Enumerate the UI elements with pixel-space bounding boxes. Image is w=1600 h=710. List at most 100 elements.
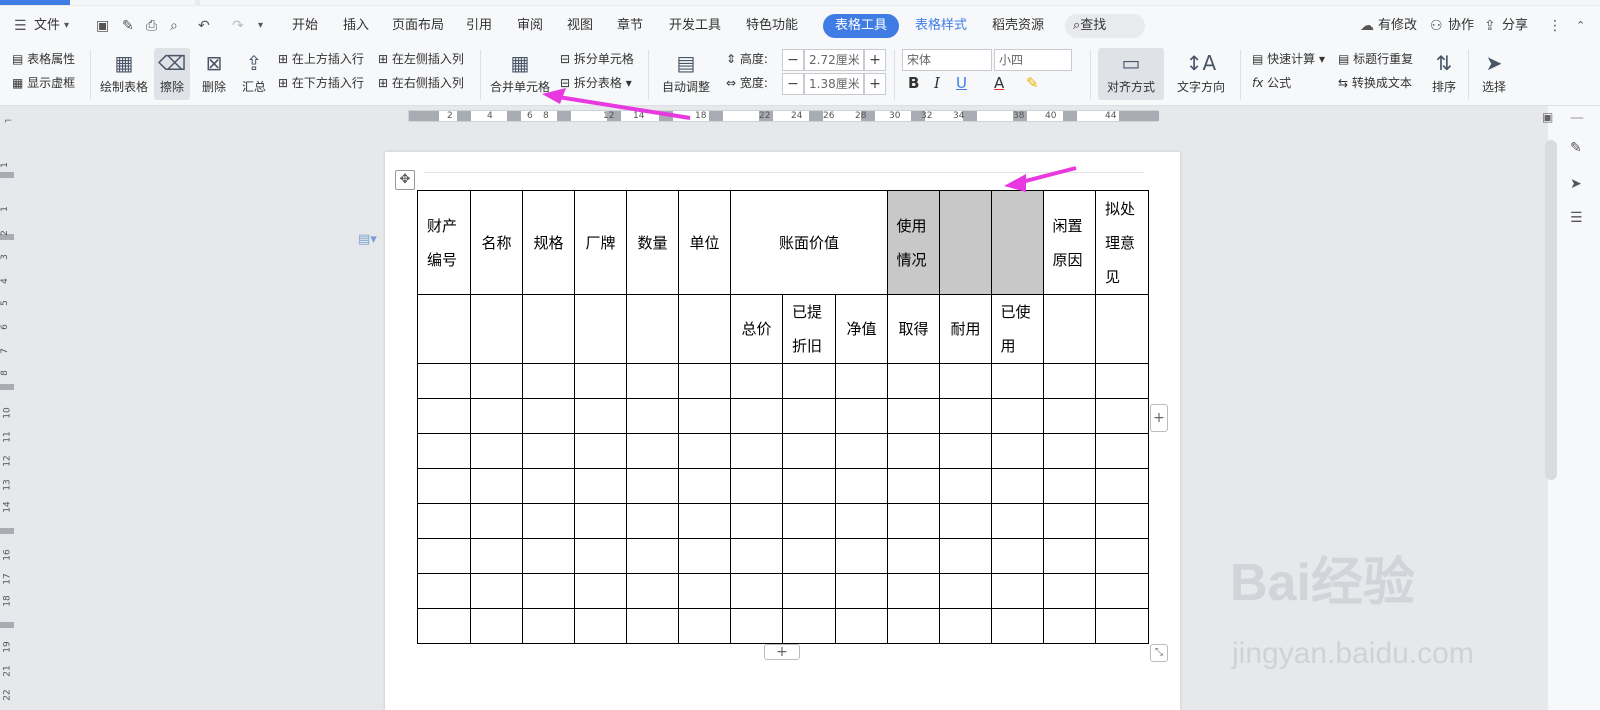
- table-cell[interactable]: [782, 433, 836, 469]
- cell-book-value[interactable]: 账面价值: [730, 190, 888, 295]
- formula-button[interactable]: fx 公式: [1252, 75, 1291, 91]
- font-name-select[interactable]: 宋体: [902, 49, 992, 71]
- table-cell[interactable]: [939, 433, 992, 469]
- table-cell[interactable]: [730, 538, 783, 574]
- table-cell[interactable]: [1043, 538, 1096, 574]
- table-cell[interactable]: [626, 538, 679, 574]
- table-cell[interactable]: [835, 468, 888, 504]
- table-cell[interactable]: [730, 433, 783, 469]
- to-text-button[interactable]: ⇆ 转换成文本: [1338, 75, 1412, 91]
- table-cell[interactable]: [1043, 573, 1096, 609]
- insert-below-button[interactable]: ⊞ 在下方插入行: [278, 75, 364, 91]
- table-cell[interactable]: [939, 608, 992, 644]
- search-box[interactable]: ⌕查找: [1065, 14, 1145, 38]
- document-icon[interactable]: ▤▾: [358, 232, 377, 247]
- draw-table-button[interactable]: ▦ 绘制表格: [98, 48, 150, 100]
- tab-table-tools[interactable]: 表格工具: [823, 14, 900, 38]
- table-cell[interactable]: [835, 398, 888, 434]
- font-size-select[interactable]: 小四: [994, 49, 1072, 71]
- cell-usage-selected[interactable]: [991, 190, 1044, 295]
- table-cell[interactable]: [835, 608, 888, 644]
- cell-net[interactable]: 净值: [835, 294, 888, 364]
- table-cell[interactable]: [522, 608, 575, 644]
- cell-usage-selected[interactable]: [939, 190, 992, 295]
- table-cell[interactable]: [678, 433, 731, 469]
- table-cell[interactable]: [887, 468, 940, 504]
- table-cell[interactable]: [991, 538, 1044, 574]
- tab-7[interactable]: 开发工具: [669, 16, 721, 36]
- add-column-button[interactable]: +: [1150, 404, 1168, 432]
- table-cell[interactable]: [574, 398, 627, 434]
- table-cell[interactable]: [678, 608, 731, 644]
- table-cell[interactable]: [887, 573, 940, 609]
- width-increase-button[interactable]: +: [864, 73, 886, 95]
- table-cell[interactable]: [1043, 468, 1096, 504]
- table-cell[interactable]: [939, 573, 992, 609]
- table-cell[interactable]: [522, 468, 575, 504]
- table-cell[interactable]: [782, 398, 836, 434]
- table-cell[interactable]: [522, 503, 575, 539]
- tab-8[interactable]: 特色功能: [746, 16, 798, 36]
- table-cell[interactable]: [1095, 573, 1149, 609]
- tab-4[interactable]: 审阅: [517, 16, 543, 36]
- underline-button[interactable]: U: [956, 75, 967, 91]
- format-painter-icon[interactable]: ✎: [122, 16, 134, 36]
- sidebar-toggle-icon[interactable]: ▣: [1542, 110, 1553, 124]
- horizontal-ruler[interactable]: 2 4 6 8 12 14 18 22 24 26 28 30 32 34 38…: [408, 110, 1159, 122]
- cell-asset-no[interactable]: 财产编号: [417, 190, 471, 295]
- table-cell[interactable]: [1095, 433, 1149, 469]
- table-cell[interactable]: [417, 573, 471, 609]
- cell-usage[interactable]: 使用情况: [887, 190, 940, 295]
- table-cell[interactable]: [678, 468, 731, 504]
- table-cell[interactable]: [470, 294, 523, 364]
- table-cell[interactable]: [835, 538, 888, 574]
- table-cell[interactable]: [1095, 608, 1149, 644]
- summary-button[interactable]: ⇪ 汇总: [236, 48, 272, 100]
- table-cell[interactable]: [1043, 294, 1096, 364]
- table-cell[interactable]: [887, 608, 940, 644]
- table-cell[interactable]: [678, 294, 731, 364]
- cell-durable[interactable]: 耐用: [939, 294, 992, 364]
- collab-button[interactable]: 协作: [1448, 16, 1474, 36]
- table-cell[interactable]: [1095, 468, 1149, 504]
- asset-table[interactable]: 财产编号 名称 规格 厂牌 数量 单位 账面价值 使用情况 闲置原因 拟处理意见…: [417, 190, 1149, 644]
- table-cell[interactable]: [626, 608, 679, 644]
- table-cell[interactable]: [626, 468, 679, 504]
- vertical-scrollbar[interactable]: [1545, 140, 1557, 480]
- table-cell[interactable]: [939, 398, 992, 434]
- table-cell[interactable]: [1095, 398, 1149, 434]
- table-cell[interactable]: [1043, 503, 1096, 539]
- table-cell[interactable]: [470, 503, 523, 539]
- settings-sliders-icon[interactable]: ☰: [1570, 210, 1583, 226]
- table-cell[interactable]: [417, 468, 471, 504]
- select-button[interactable]: ➤ 选择: [1474, 48, 1514, 100]
- quick-calc-button[interactable]: ▤ 快速计算 ▾: [1252, 51, 1325, 67]
- print-icon[interactable]: ⎙: [146, 16, 157, 36]
- table-cell[interactable]: [574, 363, 627, 399]
- table-cell[interactable]: [782, 538, 836, 574]
- table-cell[interactable]: [730, 468, 783, 504]
- table-cell[interactable]: [782, 608, 836, 644]
- table-cell[interactable]: [470, 398, 523, 434]
- delete-button[interactable]: ⊠ 删除: [194, 48, 234, 100]
- share-button[interactable]: 分享: [1502, 16, 1528, 36]
- table-cell[interactable]: [835, 503, 888, 539]
- table-cell[interactable]: [417, 538, 471, 574]
- table-cell[interactable]: [470, 538, 523, 574]
- table-cell[interactable]: [887, 363, 940, 399]
- table-cell[interactable]: [887, 433, 940, 469]
- table-cell[interactable]: [939, 468, 992, 504]
- table-cell[interactable]: [678, 398, 731, 434]
- height-decrease-button[interactable]: −: [782, 49, 804, 71]
- insert-left-button[interactable]: ⊞ 在左侧插入列: [378, 51, 464, 67]
- align-button[interactable]: ▭ 对齐方式: [1098, 48, 1164, 100]
- table-cell[interactable]: [626, 503, 679, 539]
- sort-button[interactable]: ⇅ 排序: [1424, 48, 1464, 100]
- pen-icon[interactable]: ✎: [1570, 140, 1582, 156]
- collapse-icon[interactable]: —: [1570, 110, 1584, 126]
- table-props-button[interactable]: ▤ 表格属性: [12, 51, 75, 67]
- table-cell[interactable]: [835, 573, 888, 609]
- cell-used[interactable]: 已使用: [991, 294, 1044, 364]
- file-menu[interactable]: 文件: [34, 16, 60, 36]
- table-cell[interactable]: [678, 363, 731, 399]
